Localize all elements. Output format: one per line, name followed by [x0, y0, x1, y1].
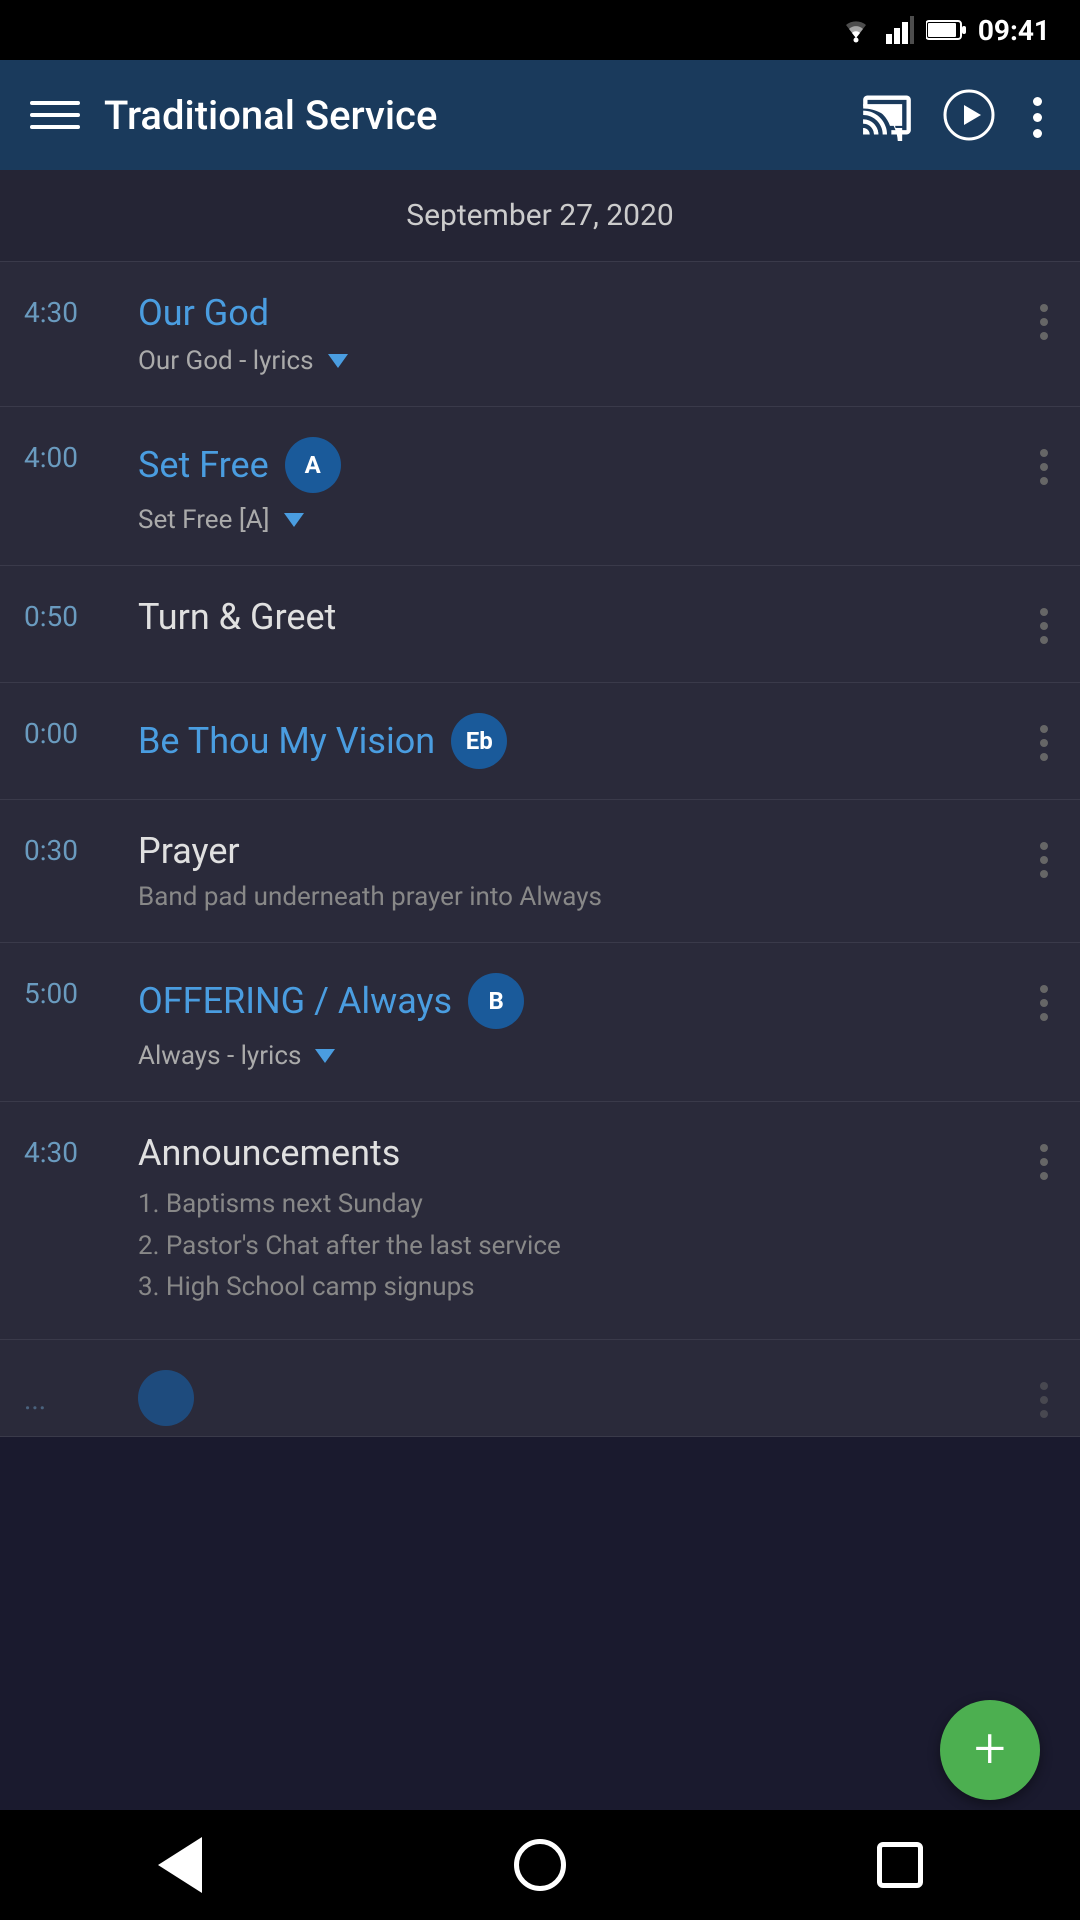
item-time: 0:00	[24, 713, 114, 750]
menu-button[interactable]	[30, 90, 80, 140]
app-bar: Traditional Service	[0, 60, 1080, 170]
recent-button[interactable]	[860, 1825, 940, 1905]
date-header: September 27, 2020	[0, 170, 1080, 262]
item-title-row: Turn & Greet	[138, 596, 1008, 638]
item-more-button[interactable]	[1032, 296, 1056, 348]
service-item: 4:30 Announcements 1. Baptisms next Sund…	[0, 1102, 1080, 1340]
bottom-nav	[0, 1810, 1080, 1920]
chevron-down-icon[interactable]	[284, 513, 304, 527]
item-more-button[interactable]	[1032, 834, 1056, 886]
announcement-item: 2. Pastor's Chat after the last service	[138, 1226, 1008, 1268]
item-title[interactable]: Set Free	[138, 444, 269, 486]
item-time: 0:50	[24, 596, 114, 633]
item-title: Prayer	[138, 830, 240, 872]
item-more-button[interactable]	[1032, 1374, 1056, 1426]
back-button[interactable]	[140, 1825, 220, 1905]
battery-icon	[926, 19, 966, 41]
item-title-row	[138, 1370, 1008, 1426]
item-time: 4:30	[24, 292, 114, 329]
add-icon: +	[974, 1720, 1006, 1776]
item-time: 4:30	[24, 1132, 114, 1169]
service-item: 4:00 Set Free A Set Free [A]	[0, 407, 1080, 566]
key-badge	[138, 1370, 194, 1426]
item-content: Turn & Greet	[138, 596, 1008, 638]
item-title: Announcements	[138, 1132, 400, 1174]
item-more-button[interactable]	[1032, 977, 1056, 1029]
item-more-button[interactable]	[1032, 717, 1056, 769]
item-title-row: Prayer	[138, 830, 1008, 872]
item-content: OFFERING / Always B Always - lyrics	[138, 973, 1008, 1071]
announcement-item: 3. High School camp signups	[138, 1267, 1008, 1309]
key-badge: A	[285, 437, 341, 493]
item-time: 4:00	[24, 437, 114, 474]
item-content: Set Free A Set Free [A]	[138, 437, 1008, 535]
status-icons: 09:41	[838, 14, 1050, 47]
service-list: 4:30 Our God Our God - lyrics 4:00 Set F…	[0, 262, 1080, 1437]
date-text: September 27, 2020	[406, 198, 673, 233]
item-title: Turn & Greet	[138, 596, 336, 638]
back-icon	[158, 1837, 202, 1893]
service-item: ...	[0, 1340, 1080, 1437]
item-more-button[interactable]	[1032, 1136, 1056, 1188]
announcement-list: 1. Baptisms next Sunday 2. Pastor's Chat…	[138, 1184, 1008, 1309]
key-badge: Eb	[451, 713, 507, 769]
item-title-row: Our God	[138, 292, 1008, 334]
service-item: 4:30 Our God Our God - lyrics	[0, 262, 1080, 407]
item-subtitle: Set Free [A]	[138, 505, 1008, 535]
chevron-down-icon[interactable]	[328, 354, 348, 368]
item-title[interactable]: Be Thou My Vision	[138, 720, 435, 762]
item-more-button[interactable]	[1032, 600, 1056, 652]
status-bar: 09:41	[0, 0, 1080, 60]
key-badge: B	[468, 973, 524, 1029]
item-content: Be Thou My Vision Eb	[138, 713, 1008, 769]
wifi-icon	[838, 16, 874, 44]
chevron-down-icon[interactable]	[315, 1049, 335, 1063]
play-icon	[943, 89, 995, 141]
app-bar-title: Traditional Service	[104, 92, 837, 139]
item-title-row: OFFERING / Always B	[138, 973, 1008, 1029]
add-item-fab[interactable]: +	[940, 1700, 1040, 1800]
status-time: 09:41	[978, 14, 1050, 47]
item-content: Prayer Band pad underneath prayer into A…	[138, 830, 1008, 912]
play-button[interactable]	[943, 89, 995, 141]
item-content	[138, 1370, 1008, 1426]
app-bar-actions	[861, 85, 1050, 146]
announcement-item: 1. Baptisms next Sunday	[138, 1184, 1008, 1226]
item-title-row: Be Thou My Vision Eb	[138, 713, 1008, 769]
more-button[interactable]	[1025, 89, 1050, 146]
service-item: 0:00 Be Thou My Vision Eb	[0, 683, 1080, 800]
item-time: 0:30	[24, 830, 114, 867]
service-item: 5:00 OFFERING / Always B Always - lyrics	[0, 943, 1080, 1102]
item-title[interactable]: OFFERING / Always	[138, 980, 452, 1022]
item-title-row: Announcements	[138, 1132, 1008, 1174]
item-content: Announcements 1. Baptisms next Sunday 2.…	[138, 1132, 1008, 1309]
item-time: ...	[24, 1379, 114, 1416]
item-content: Our God Our God - lyrics	[138, 292, 1008, 376]
item-subtitle-text[interactable]: Set Free [A]	[138, 505, 270, 535]
recent-icon	[877, 1842, 923, 1888]
cast-icon	[861, 89, 913, 141]
item-subtitle: Always - lyrics	[138, 1041, 1008, 1071]
item-title-row: Set Free A	[138, 437, 1008, 493]
cast-button[interactable]	[861, 89, 913, 141]
item-time: 5:00	[24, 973, 114, 1010]
home-button[interactable]	[500, 1825, 580, 1905]
signal-icon	[886, 16, 914, 44]
item-title[interactable]: Our God	[138, 292, 269, 334]
service-item: 0:30 Prayer Band pad underneath prayer i…	[0, 800, 1080, 943]
item-note: Band pad underneath prayer into Always	[138, 882, 1008, 912]
service-item: 0:50 Turn & Greet	[0, 566, 1080, 683]
home-icon	[514, 1839, 566, 1891]
item-subtitle-text[interactable]: Always - lyrics	[138, 1041, 301, 1071]
item-more-button[interactable]	[1032, 441, 1056, 493]
item-subtitle: Our God - lyrics	[138, 346, 1008, 376]
item-subtitle-text[interactable]: Our God - lyrics	[138, 346, 314, 376]
